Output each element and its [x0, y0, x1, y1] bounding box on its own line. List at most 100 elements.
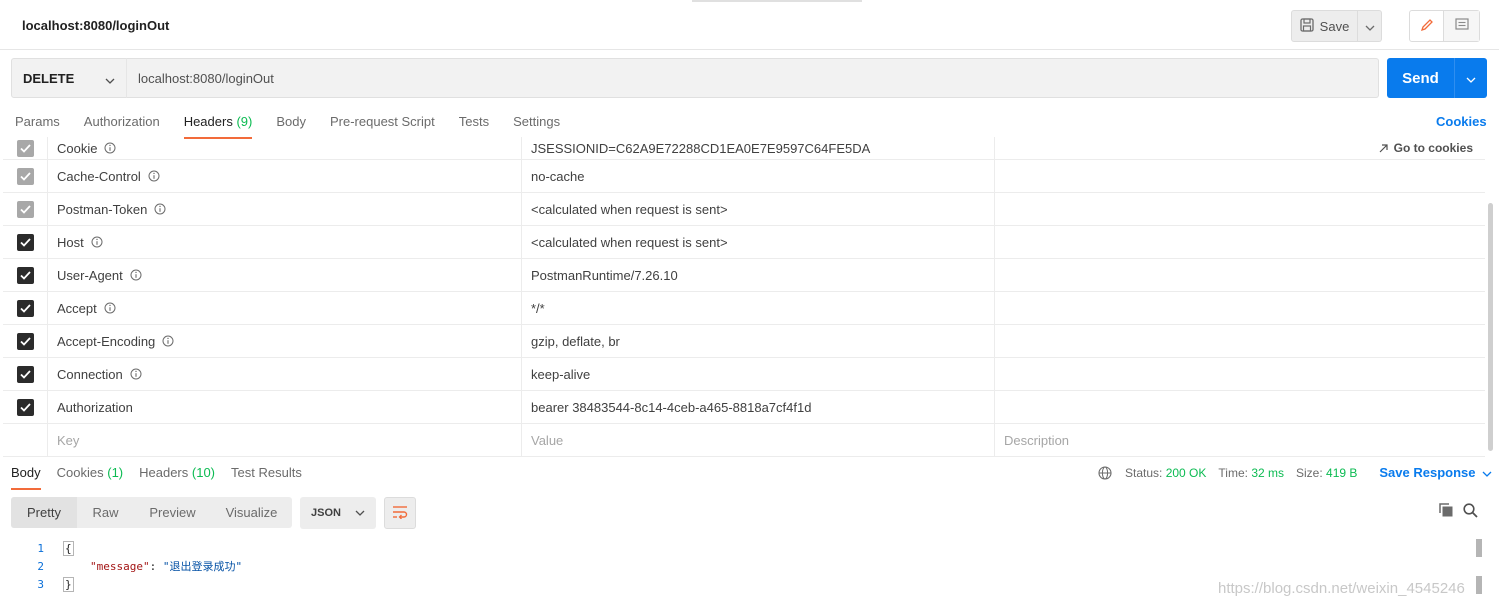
info-icon[interactable]: [130, 368, 142, 380]
search-icon[interactable]: [1463, 503, 1478, 521]
tab-pre-request-script[interactable]: Pre-request Script: [330, 114, 435, 138]
header-key-cell[interactable]: Authorization: [48, 391, 522, 423]
editor-scrollbar[interactable]: [1476, 539, 1482, 557]
header-description-cell[interactable]: [995, 160, 1485, 192]
save-options-button[interactable]: [1358, 10, 1382, 42]
info-icon[interactable]: [154, 203, 166, 215]
headers-scrollbar[interactable]: [1488, 203, 1493, 451]
header-description-cell[interactable]: [995, 259, 1485, 291]
method-select[interactable]: DELETE: [11, 58, 127, 98]
new-header-key-input[interactable]: Key: [48, 424, 522, 456]
header-value: PostmanRuntime/7.26.10: [531, 267, 678, 283]
header-checkbox[interactable]: [16, 332, 34, 350]
header-value-cell[interactable]: JSESSIONID=C62A9E72288CD1EA0E7E9597C64FE…: [522, 137, 995, 159]
header-value-cell[interactable]: keep-alive: [522, 358, 995, 390]
header-value-cell[interactable]: <calculated when request is sent>: [522, 193, 995, 225]
view-raw-button[interactable]: Raw: [77, 497, 134, 528]
header-key-cell[interactable]: Host: [48, 226, 522, 258]
header-value-cell[interactable]: <calculated when request is sent>: [522, 226, 995, 258]
response-tab-test-results[interactable]: Test Results: [231, 465, 302, 489]
tab-headers[interactable]: Headers (9): [183, 114, 252, 139]
info-icon[interactable]: [91, 236, 103, 248]
info-icon[interactable]: [148, 170, 160, 182]
tab-params[interactable]: Params: [15, 114, 60, 138]
view-pretty-button[interactable]: Pretty: [11, 497, 77, 528]
json-key: "message": [90, 560, 150, 573]
line-number: 1: [37, 541, 44, 555]
tab-body[interactable]: Body: [276, 114, 306, 138]
info-icon[interactable]: [104, 142, 116, 154]
header-checkbox[interactable]: [16, 266, 34, 284]
header-key-cell[interactable]: Connection: [48, 358, 522, 390]
view-preview-button[interactable]: Preview: [134, 497, 211, 528]
response-tab-headers[interactable]: Headers (10): [139, 465, 215, 489]
header-description-cell[interactable]: [995, 358, 1485, 390]
request-title[interactable]: localhost:8080/loginOut: [22, 18, 169, 33]
header-value: keep-alive: [531, 366, 591, 382]
header-checkbox[interactable]: [16, 299, 34, 317]
header-description-cell[interactable]: [995, 325, 1485, 357]
header-checkbox[interactable]: [16, 365, 34, 383]
header-description-cell[interactable]: [995, 292, 1485, 324]
checkmark-icon: [19, 402, 31, 412]
time-value: 32 ms: [1251, 465, 1284, 480]
header-value: <calculated when request is sent>: [531, 234, 728, 250]
header-description-cell[interactable]: [995, 226, 1485, 258]
request-tabs: Params Authorization Headers (9) Body Pr…: [15, 114, 584, 139]
header-description-cell[interactable]: [995, 391, 1485, 423]
response-tab-cookies[interactable]: Cookies (1): [57, 465, 123, 489]
info-icon[interactable]: [162, 335, 174, 347]
send-button[interactable]: Send: [1387, 58, 1454, 98]
send-options-button[interactable]: [1454, 58, 1487, 98]
view-visualize-button[interactable]: Visualize: [211, 497, 292, 528]
url-input[interactable]: localhost:8080/loginOut: [126, 58, 1379, 98]
header-key: Postman-Token: [57, 201, 148, 217]
header-checkbox-cell: [3, 391, 48, 423]
header-key-cell[interactable]: Accept: [48, 292, 522, 324]
header-description-cell[interactable]: [995, 193, 1485, 225]
header-key: Accept: [57, 300, 97, 316]
info-icon[interactable]: [104, 302, 116, 314]
header-value-cell[interactable]: gzip, deflate, br: [522, 325, 995, 357]
tab-settings[interactable]: Settings: [513, 114, 560, 138]
header-value: */*: [531, 300, 545, 316]
tab-tests[interactable]: Tests: [459, 114, 489, 138]
header-key: Authorization: [57, 399, 133, 415]
header-value-cell[interactable]: PostmanRuntime/7.26.10: [522, 259, 995, 291]
json-close-brace: }: [63, 576, 74, 592]
save-response-button[interactable]: Save Response: [1379, 465, 1491, 480]
header-checkbox-cell: [3, 292, 48, 324]
new-header-row: Key Value Description: [3, 424, 1485, 457]
tab-indicator-line: [692, 0, 862, 2]
editor-scrollbar[interactable]: [1476, 576, 1482, 594]
copy-icon[interactable]: [1438, 502, 1454, 521]
comments-button[interactable]: [1444, 11, 1479, 41]
header-value-cell[interactable]: no-cache: [522, 160, 995, 192]
header-key-cell[interactable]: Cache-Control: [48, 160, 522, 192]
response-tab-body[interactable]: Body: [11, 465, 41, 490]
wrap-lines-button[interactable]: [384, 497, 416, 529]
method-label: DELETE: [23, 70, 75, 86]
header-key-cell[interactable]: Accept-Encoding: [48, 325, 522, 357]
globe-icon[interactable]: [1098, 465, 1112, 480]
tab-count: (10): [191, 465, 216, 480]
header-value-cell[interactable]: */*: [522, 292, 995, 324]
header-checkbox[interactable]: [16, 233, 34, 251]
edit-button[interactable]: [1410, 11, 1444, 41]
tab-authorization[interactable]: Authorization: [84, 114, 160, 138]
header-checkbox[interactable]: [16, 398, 34, 416]
header-value-cell[interactable]: bearer 38483544-8c14-4ceb-a465-8818a7cf4…: [522, 391, 995, 423]
header-row: Cache-Control no-cache: [3, 160, 1485, 193]
info-icon[interactable]: [130, 269, 142, 281]
header-checkbox-cell: [3, 424, 48, 456]
format-select[interactable]: JSON: [300, 497, 376, 529]
go-to-cookies-link[interactable]: Go to cookies: [1379, 141, 1473, 155]
header-key-cell[interactable]: User-Agent: [48, 259, 522, 291]
header-checkbox: [16, 167, 34, 185]
cookies-link[interactable]: Cookies: [1436, 114, 1487, 129]
new-header-value-input[interactable]: Value: [522, 424, 995, 456]
new-header-description-input[interactable]: Description: [995, 424, 1485, 456]
header-key-cell[interactable]: Postman-Token: [48, 193, 522, 225]
save-button[interactable]: Save: [1291, 10, 1358, 42]
header-key-cell[interactable]: Cookie: [48, 137, 522, 159]
